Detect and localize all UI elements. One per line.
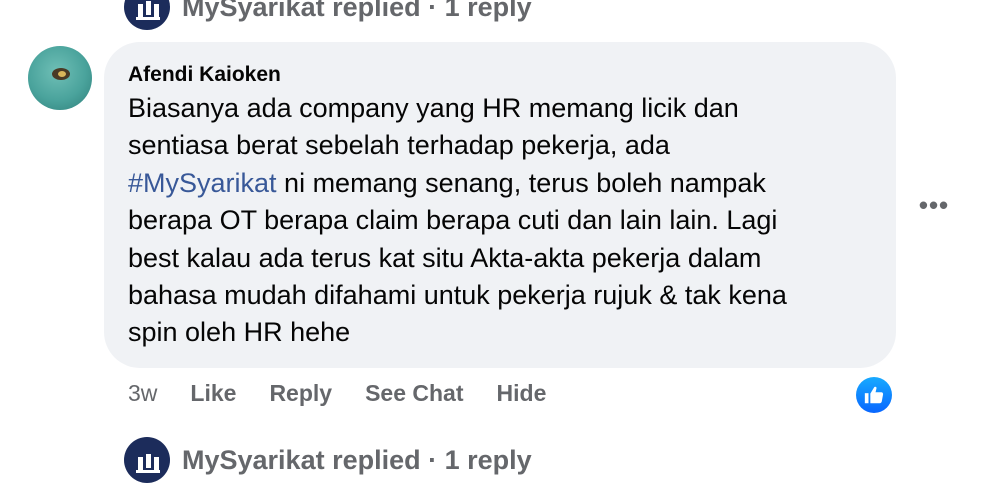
comment-author[interactable]: Afendi Kaioken xyxy=(128,62,872,88)
page-avatar xyxy=(124,0,170,30)
reply-button[interactable]: Reply xyxy=(269,380,332,407)
reply-thread-label[interactable]: MySyarikat replied · 1 reply xyxy=(182,445,532,476)
reply-thread-bottom[interactable]: MySyarikat replied · 1 reply xyxy=(124,437,532,483)
comment-line: Biasanya ada company yang HR memang lici… xyxy=(128,93,739,123)
comment-bubble: Afendi Kaioken Biasanya ada company yang… xyxy=(104,42,896,368)
reply-thread-top[interactable]: MySyarikat replied · 1 reply xyxy=(124,0,532,30)
comment-line: berapa OT berapa claim berapa cuti dan l… xyxy=(128,205,778,236)
comment-line: best kalau ada terus kat situ Akta-akta … xyxy=(128,242,762,273)
hashtag-link[interactable]: #MySyarikat xyxy=(128,168,277,198)
comment-body: Biasanya ada company yang HR memang lici… xyxy=(128,90,868,352)
page-avatar xyxy=(124,437,170,483)
hide-button[interactable]: Hide xyxy=(497,380,547,407)
comment-actions: 3w Like Reply See Chat Hide xyxy=(128,380,579,407)
comment-timestamp[interactable]: 3w xyxy=(128,380,157,407)
reaction-badge[interactable] xyxy=(856,377,892,413)
more-horizontal-icon[interactable]: ••• xyxy=(916,190,952,220)
comment-line: spin oleh HR hehe xyxy=(128,317,351,348)
avatar-figure-highlight xyxy=(58,71,66,77)
thumbs-up-icon xyxy=(864,386,884,404)
comment-line: sentiasa berat sebelah terhadap pekerja,… xyxy=(128,130,670,161)
comment-line: bahasa mudah difahami untuk pekerja ruju… xyxy=(128,280,787,311)
reply-thread-label[interactable]: MySyarikat replied · 1 reply xyxy=(182,0,532,23)
like-button[interactable]: Like xyxy=(190,380,236,407)
avatar[interactable] xyxy=(28,46,92,110)
see-chat-button[interactable]: See Chat xyxy=(365,380,463,407)
comment-line: ni memang senang, terus boleh nampak xyxy=(276,167,766,198)
